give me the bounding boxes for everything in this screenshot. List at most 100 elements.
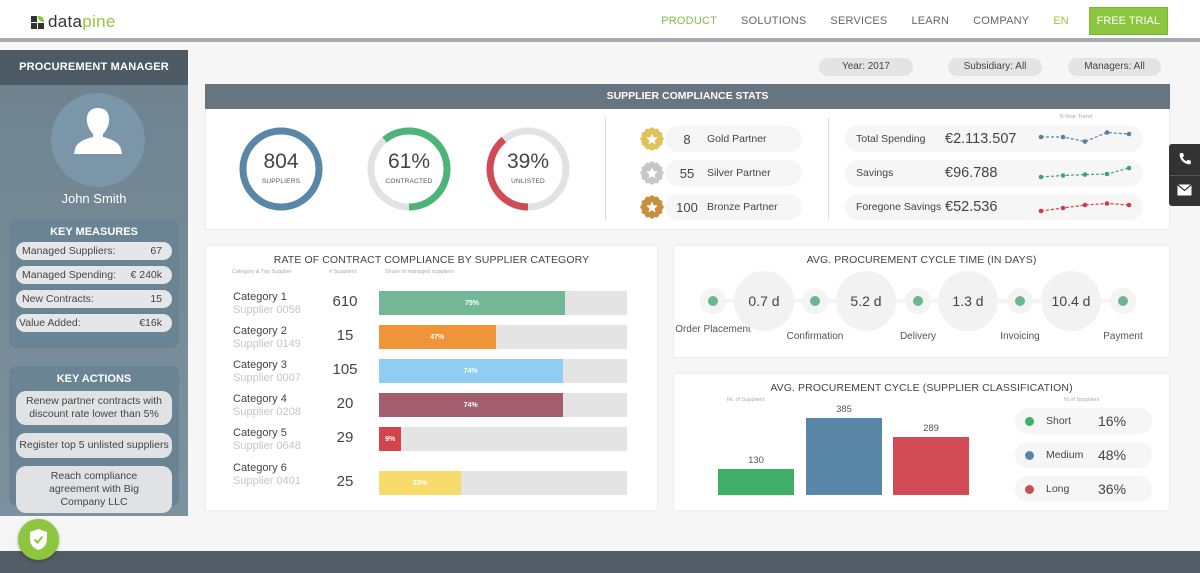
sidebar: PROCUREMENT MANAGER John Smith KEY MEASU…	[0, 50, 188, 516]
trend-label: 5-Year-Trend	[1060, 114, 1092, 120]
nav-company[interactable]: COMPANY	[973, 15, 1029, 27]
key-measure-item: New Contracts: 15	[16, 290, 172, 308]
key-action-item[interactable]: Reach compliance agreement with Big Comp…	[16, 466, 172, 513]
legend-swatch	[1025, 484, 1034, 494]
language-selector[interactable]: EN	[1053, 15, 1068, 27]
column-header: Category & Top Supplier	[232, 269, 292, 275]
ring-value: 61%	[387, 150, 431, 173]
share-bar-fill: 74%	[379, 359, 563, 383]
partner-row-bronze: 100 Bronze Partner	[665, 194, 802, 220]
legend-label: Short	[1046, 415, 1072, 427]
spending-label: Savings	[856, 167, 894, 179]
column-header: Share of managed suppliers	[385, 269, 454, 275]
stage-dot	[810, 296, 820, 306]
sparkline-point	[1082, 172, 1088, 177]
ring-label: UNLISTED	[511, 178, 545, 185]
bronze-badge-icon	[640, 195, 664, 219]
top-supplier-name: Supplier 0208	[233, 406, 301, 418]
top-supplier-name: Supplier 0401	[233, 475, 301, 487]
nav-solutions[interactable]: SOLUTIONS	[741, 15, 806, 27]
phone-icon[interactable]	[1178, 152, 1192, 166]
share-bar-track: 33%	[379, 471, 627, 495]
sparkline-point	[1060, 134, 1066, 140]
column-header: # Suppliers	[329, 269, 357, 275]
mail-icon[interactable]	[1177, 184, 1192, 196]
category-name: Category 5	[233, 427, 287, 439]
cycle-stage-label: Invoicing	[1000, 331, 1040, 342]
legend-swatch	[1025, 416, 1034, 426]
legend-swatch	[1025, 450, 1034, 460]
year-filter[interactable]: Year: 2017	[819, 58, 913, 76]
sparkline-point	[1038, 174, 1044, 180]
nav-learn[interactable]: LEARN	[911, 15, 949, 27]
share-bar-track: 9%	[379, 427, 627, 451]
sparkline-point	[1082, 139, 1088, 144]
legend-value: 16%	[1098, 413, 1127, 429]
cycle-stage-label: Order Placement	[675, 324, 751, 335]
cycle-stage-marker	[1110, 288, 1136, 314]
cycle-duration: 0.7 d	[734, 271, 794, 331]
legend-value: 36%	[1098, 481, 1127, 497]
ring-value: 804	[263, 150, 299, 173]
category-name: Category 1	[233, 291, 287, 303]
partner-row-silver: 55 Silver Partner	[665, 160, 802, 186]
spending-value: €96.788	[945, 165, 998, 181]
spending-label: Total Spending	[856, 133, 926, 145]
measure-label: Value Added:	[19, 317, 81, 329]
share-bar-track: 47%	[379, 325, 627, 349]
chart-bar-value-label: 385	[836, 404, 852, 415]
cycle-stage-marker	[700, 288, 726, 314]
top-supplier-name: Supplier 0149	[233, 338, 301, 350]
divider	[828, 118, 829, 220]
cycle-duration: 5.2 d	[836, 271, 896, 331]
cycle-time-title: AVG. PROCUREMENT CYCLE TIME (IN DAYS)	[806, 254, 1037, 266]
legend-item-medium: Medium 48%	[1015, 442, 1152, 468]
key-measures-title: KEY MEASURES	[50, 226, 138, 238]
nav-product[interactable]: PRODUCT	[661, 15, 717, 27]
gold-badge-icon	[640, 127, 664, 151]
supplier-count: 610	[332, 293, 358, 310]
measure-value: 67	[150, 245, 162, 257]
supplier-count: 105	[332, 361, 358, 378]
footer-bar	[0, 551, 1200, 573]
cycle-stage-label: Payment	[1103, 331, 1143, 342]
key-action-item[interactable]: Renew partner contracts with discount ra…	[16, 391, 172, 425]
security-badge-button[interactable]	[18, 519, 59, 560]
measure-value: €16k	[139, 317, 162, 329]
ring-label: CONTRACTED	[385, 178, 433, 185]
cycle-duration: 10.4 d	[1041, 271, 1101, 331]
legend-value: 48%	[1098, 447, 1127, 463]
share-bar-track: 75%	[379, 291, 627, 315]
share-bar-fill: 75%	[379, 291, 565, 315]
share-bar-fill: 74%	[379, 393, 563, 417]
nav-services[interactable]: SERVICES	[830, 15, 887, 27]
key-measure-item: Managed Spending: € 240k	[16, 266, 172, 284]
category-name: Category 4	[233, 393, 287, 405]
datapine-logo[interactable]: datapine	[31, 12, 116, 32]
stage-dot	[1015, 296, 1025, 306]
top-supplier-name: Supplier 0007	[233, 372, 301, 384]
sparkline-point	[1126, 202, 1132, 208]
measure-label: Managed Spending:	[22, 269, 116, 281]
silver-badge-icon	[640, 161, 664, 185]
sparkline-point	[1060, 173, 1066, 178]
measure-value: 15	[150, 293, 162, 305]
legend-item-long: Long 36%	[1015, 476, 1152, 502]
free-trial-button[interactable]: FREE TRIAL	[1088, 7, 1168, 35]
stage-dot	[1118, 296, 1128, 306]
supplier-count: 25	[336, 473, 354, 490]
legend-label: Medium	[1046, 449, 1084, 461]
share-bar-fill: 9%	[379, 427, 402, 451]
subsidiary-filter[interactable]: Subsidiary: All	[948, 58, 1042, 76]
partner-row-gold: 8 Gold Partner	[665, 126, 802, 152]
partner-count: 55	[679, 165, 695, 181]
key-action-item[interactable]: Register top 5 unlisted suppliers	[16, 433, 172, 458]
sparkline	[1038, 201, 1132, 214]
top-navigation-bar: datapine PRODUCT SOLUTIONS SERVICES LEAR…	[0, 0, 1200, 42]
divider	[605, 118, 606, 220]
managers-filter[interactable]: Managers: All	[1068, 58, 1161, 76]
measure-value: € 240k	[130, 269, 162, 281]
chart-bar-short	[718, 469, 794, 495]
top-supplier-name: Supplier 0056	[233, 304, 301, 316]
supplier-count: 15	[336, 327, 354, 344]
